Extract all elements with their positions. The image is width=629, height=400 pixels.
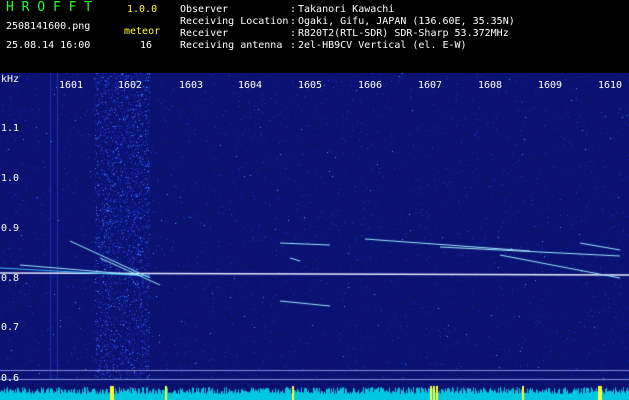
- x-tick-1602: 1602: [118, 80, 143, 91]
- x-tick-1609: 1609: [538, 80, 563, 91]
- app-version: 1.0.0: [127, 4, 158, 15]
- receiver-separator: :: [290, 28, 297, 39]
- header-panel: H R O F F T 1.0.0 2508141600.png 25.08.1…: [0, 0, 629, 73]
- meteor-count: 16: [140, 40, 153, 51]
- observer-separator: :: [290, 4, 297, 15]
- location-separator: :: [290, 16, 297, 27]
- location-label: Receiving Location: [180, 16, 289, 27]
- observer-value: Takanori Kawachi: [298, 4, 395, 15]
- date-time: 25.08.14 16:00: [6, 40, 91, 51]
- app-title: H R O F F T: [6, 0, 93, 15]
- observer-label: Observer: [180, 4, 229, 15]
- y-tick-0-6: 0.6: [1, 373, 20, 384]
- x-tick-1604: 1604: [238, 80, 263, 91]
- y-tick-0-9: 0.9: [1, 223, 20, 234]
- y-tick-1-1: 1.1: [1, 123, 20, 134]
- y-tick-1-0: 1.0: [1, 173, 20, 184]
- antenna-value: 2el-HB9CV Vertical (el. E-W): [298, 40, 467, 51]
- file-name: 2508141600.png: [6, 21, 91, 32]
- x-tick-1608: 1608: [478, 80, 503, 91]
- x-tick-1607: 1607: [418, 80, 443, 91]
- location-value: Ogaki, Gifu, JAPAN (136.60E, 35.35N): [298, 16, 515, 27]
- y-unit-label: kHz: [1, 74, 20, 85]
- y-tick-0-8: 0.8: [1, 273, 20, 284]
- receiver-value: R820T2(RTL-SDR) SDR-Sharp 53.372MHz: [298, 28, 509, 39]
- spectrogram: [0, 73, 629, 400]
- x-tick-1601: 1601: [59, 80, 84, 91]
- x-tick-1610: 1610: [598, 80, 623, 91]
- antenna-label: Receiving antenna: [180, 40, 283, 51]
- antenna-separator: :: [290, 40, 297, 51]
- y-tick-0-7: 0.7: [1, 322, 20, 333]
- meteor-label: meteor: [124, 26, 161, 37]
- x-tick-1606: 1606: [358, 80, 383, 91]
- x-tick-1603: 1603: [179, 80, 204, 91]
- x-tick-1605: 1605: [298, 80, 323, 91]
- receiver-label: Receiver: [180, 28, 229, 39]
